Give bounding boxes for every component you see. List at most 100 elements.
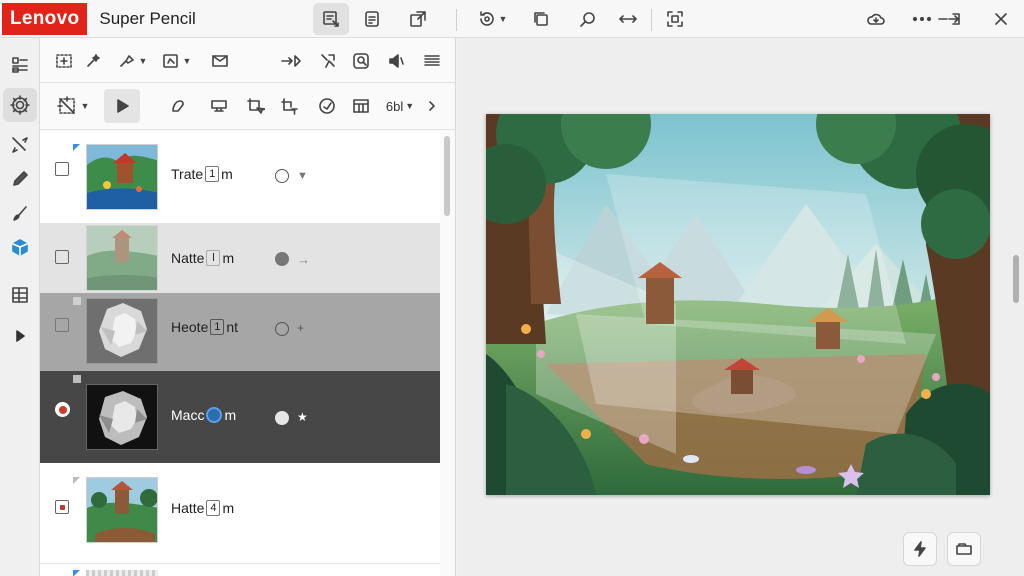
arrow-right-icon[interactable]: → [297, 252, 310, 267]
grid-button[interactable] [3, 278, 37, 312]
layer-name-text: Heote [171, 319, 209, 335]
move-forward-button[interactable] [276, 46, 306, 76]
layer-checkbox[interactable] [55, 318, 69, 332]
filter-button[interactable] [346, 91, 376, 121]
play-button[interactable] [104, 89, 140, 123]
pencil-icon [13, 171, 28, 186]
layer-row[interactable]: Trate 1 m ▼ [40, 131, 440, 223]
dropdown-arrow-icon[interactable]: ▼ [297, 170, 308, 182]
rotate-dropdown-button[interactable]: ▼ [466, 3, 518, 35]
layer-name-toggle[interactable] [206, 407, 223, 423]
layer-list-scrollbar[interactable] [442, 136, 452, 576]
selected-marker-icon [73, 144, 80, 151]
folder-icon [956, 543, 972, 555]
layer-name-box: 1 [205, 166, 220, 182]
layer-thumbnail [86, 144, 158, 210]
resize-horizontal-button[interactable] [610, 3, 646, 35]
forest-illustration [486, 114, 990, 495]
search-canvas-icon [353, 53, 369, 69]
fit-screen-icon [667, 11, 683, 27]
toolbar-divider [651, 9, 652, 31]
settings-button[interactable] [3, 88, 37, 122]
layers-icon [12, 57, 28, 73]
select-dropdown-button[interactable]: ▼ [112, 46, 152, 76]
expand-button[interactable] [3, 319, 37, 353]
layer-name-box: l [206, 250, 221, 266]
zoom-icon [580, 12, 595, 27]
expand-icon [16, 330, 25, 342]
visibility-dot[interactable] [275, 411, 289, 425]
layer-name-suffix: nt [226, 319, 239, 335]
crop-text-button[interactable] [274, 91, 304, 121]
star-icon[interactable]: ★ [297, 410, 308, 424]
active-layer-indicator[interactable] [55, 402, 70, 417]
layer-checkbox[interactable] [55, 162, 69, 176]
close-button[interactable] [983, 3, 1019, 35]
chevron-down-icon: ▼ [182, 56, 192, 66]
selection-button[interactable] [3, 128, 37, 162]
layer-thumbnail-image [87, 385, 157, 449]
shape-3d-button[interactable] [3, 230, 37, 264]
stamp-button[interactable] [204, 91, 234, 121]
share-export-button[interactable] [400, 3, 436, 35]
layer-checkbox[interactable] [55, 500, 69, 514]
layer-row[interactable] [40, 563, 440, 576]
layer-name-suffix: m [222, 500, 235, 516]
quick-action-button[interactable] [903, 532, 937, 566]
edit-dropdown-button[interactable]: ▼ [156, 46, 196, 76]
tool-row-primary: ▼ ▼ [40, 42, 456, 80]
layer-name-suffix: m [221, 166, 233, 182]
zoom-button[interactable] [570, 3, 606, 35]
layer-thumbnail [86, 570, 158, 576]
plus-icon[interactable]: + [297, 321, 304, 335]
cloud-sync-button[interactable] [858, 3, 894, 35]
menu-lines-icon [424, 55, 440, 66]
mail-icon [212, 55, 228, 67]
chevron-right-button[interactable] [422, 91, 442, 121]
layer-row[interactable]: Natte l m → [40, 223, 440, 293]
more-button[interactable] [906, 3, 968, 35]
layer-thumbnail [86, 225, 158, 291]
visibility-dot[interactable] [275, 169, 289, 183]
layer-name: Macc m [171, 407, 236, 423]
brush-button[interactable] [3, 196, 37, 230]
shape-icon [172, 100, 184, 112]
folder-button[interactable] [947, 532, 981, 566]
visibility-dot[interactable] [275, 322, 289, 336]
crop-cursor-button[interactable] [240, 91, 270, 121]
color-picker-icon [319, 98, 335, 114]
document-button[interactable] [354, 3, 390, 35]
layer-row[interactable]: Macc m ★ [40, 371, 440, 463]
edit-dropdown-icon [162, 54, 178, 68]
mail-button[interactable] [206, 46, 234, 76]
app-title: Super Pencil [99, 8, 196, 28]
fit-screen-button[interactable] [657, 3, 693, 35]
layer-thumbnail-image [87, 299, 157, 363]
font-size-button[interactable]: 6bl ▼ [380, 91, 420, 121]
layers-button[interactable] [3, 48, 37, 82]
layer-row[interactable]: Heote 1 nt + [40, 293, 440, 371]
speaker-icon [389, 54, 404, 68]
menu-lines-button[interactable] [418, 46, 446, 76]
copy-layer-button[interactable] [523, 3, 559, 35]
chevron-down-icon: ▼ [80, 101, 90, 111]
search-canvas-button[interactable] [347, 46, 375, 76]
crop-dropdown-button[interactable]: ▼ [50, 91, 94, 121]
lasso-button[interactable] [314, 46, 342, 76]
magic-button[interactable] [80, 46, 108, 76]
layer-row[interactable]: Hatte 4 m [40, 463, 440, 563]
artwork-canvas[interactable] [486, 114, 990, 495]
layer-checkbox[interactable] [55, 250, 69, 264]
canvas-scrollbar-thumb[interactable] [1013, 255, 1019, 303]
scrollbar-thumb[interactable] [444, 136, 450, 216]
color-picker-button[interactable] [312, 91, 342, 121]
speaker-button[interactable] [382, 46, 410, 76]
shape-button[interactable] [164, 91, 192, 121]
canvas-view-button[interactable] [313, 3, 349, 35]
font-size-label: 6bl [385, 98, 404, 114]
canvas-area[interactable] [457, 38, 1024, 576]
grid-icon [12, 287, 28, 303]
transform-button[interactable] [50, 46, 78, 76]
pencil-button[interactable] [3, 162, 37, 196]
visibility-dot[interactable] [275, 252, 289, 266]
